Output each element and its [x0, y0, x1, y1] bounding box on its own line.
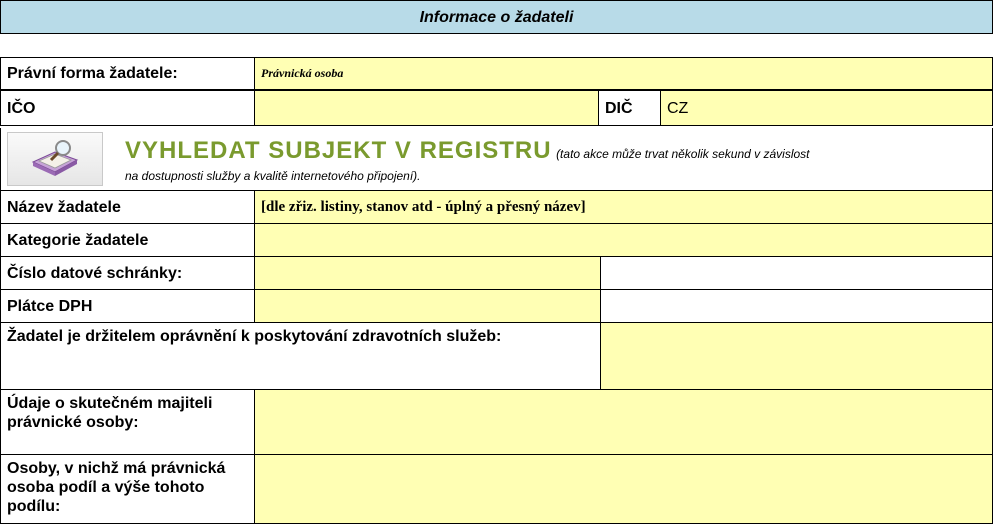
applicant-name-label: Název žadatele — [0, 190, 255, 224]
applicant-name-input[interactable]: [dle zřiz. listiny, stanov atd - úplný a… — [254, 190, 993, 224]
registry-search-row: VYHLEDAT SUBJEKT V REGISTRU (tato akce m… — [0, 128, 993, 191]
health-services-select[interactable] — [600, 322, 993, 390]
vat-payer-label: Plátce DPH — [0, 289, 255, 323]
ico-label: IČO — [0, 90, 255, 126]
registry-search-note: (tato akce může trvat několik sekund v z… — [556, 147, 810, 161]
beneficial-owner-input[interactable] — [254, 389, 993, 455]
section-header: Informace o žadateli — [0, 0, 993, 34]
dic-label: DIČ — [598, 90, 661, 126]
legal-form-label: Právní forma žadatele: — [0, 57, 255, 90]
data-box-label: Číslo datové schránky: — [0, 256, 255, 290]
legal-form-select[interactable]: Právnická osoba — [254, 57, 993, 90]
dic-input[interactable]: CZ — [660, 90, 993, 126]
shareholdings-input[interactable] — [254, 454, 993, 524]
book-search-icon — [27, 136, 83, 183]
registry-search-link[interactable]: VYHLEDAT SUBJEKT V REGISTRU — [125, 137, 552, 164]
applicant-category-label: Kategorie žadatele — [0, 223, 255, 257]
shareholdings-label: Osoby, v nichž má právnická osoba podíl … — [0, 454, 255, 524]
applicant-category-select[interactable] — [254, 223, 993, 257]
data-box-input[interactable] — [254, 256, 601, 290]
applicant-info-form: Informace o žadateli Právní forma žadate… — [0, 0, 993, 524]
registry-search-note-2: na dostupnosti služby a kvalitě internet… — [125, 169, 421, 183]
vat-payer-select[interactable] — [254, 289, 601, 323]
beneficial-owner-label: Údaje o skutečném majiteli právnické oso… — [0, 389, 255, 455]
data-box-extra-cell — [600, 256, 993, 290]
vat-payer-extra-cell — [600, 289, 993, 323]
health-services-label: Žadatel je držitelem oprávnění k poskyto… — [0, 322, 601, 390]
ico-input[interactable] — [254, 90, 599, 126]
registry-search-button[interactable] — [7, 132, 103, 186]
